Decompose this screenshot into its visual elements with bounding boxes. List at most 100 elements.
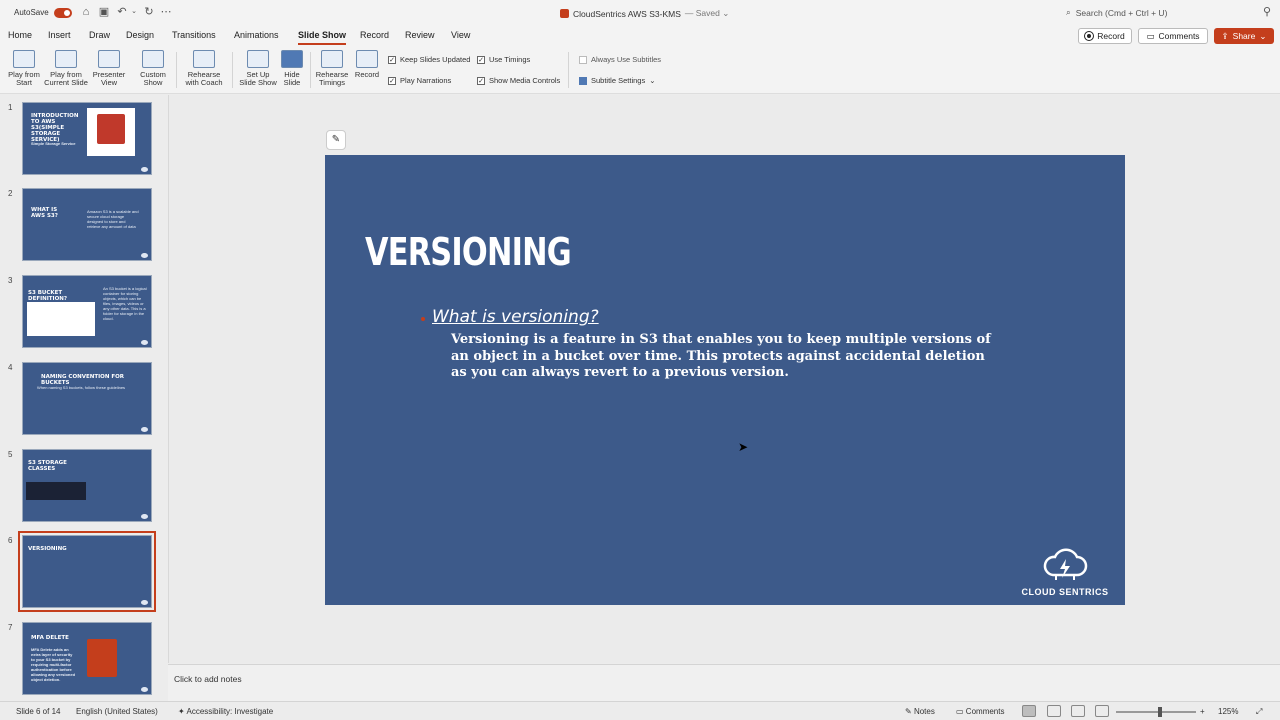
current-slide[interactable]: VERSIONING What is versioning? Versionin… [325, 155, 1125, 605]
tab-view[interactable]: View [451, 30, 470, 40]
slide-thumbnails-panel[interactable]: 1 INTRODUCTION TO AWS S3(SIMPLE STORAGE … [0, 95, 168, 701]
accessibility-label: Accessibility: Investigate [186, 707, 274, 716]
comments-button[interactable]: ▭ Comments [1138, 28, 1208, 44]
record-ribbon-button[interactable]: Record [352, 50, 382, 79]
set-up-slide-show-button[interactable]: Set Up Slide Show [238, 50, 278, 87]
presenter-icon [141, 687, 148, 692]
zoom-slider-handle[interactable] [1158, 707, 1162, 717]
notes-pane[interactable]: Click to add notes [168, 664, 1280, 701]
presenter-view-label: Presenter View [92, 70, 126, 87]
presenter-icon [98, 50, 120, 68]
reading-view-button[interactable] [1071, 705, 1085, 717]
language-status[interactable]: English (United States) [76, 707, 158, 716]
undo-icon[interactable]: ↶ [116, 6, 128, 18]
save-icon[interactable]: ▣ [98, 6, 110, 18]
search-box[interactable]: ⌕ Search (Cmd + Ctrl + U) [1066, 7, 1167, 18]
custom-show-button[interactable]: Custom Show [136, 50, 170, 87]
show-media-label: Show Media Controls [489, 76, 561, 85]
slide-thumbnail-5[interactable]: S3 STORAGE CLASSES [22, 449, 152, 522]
play-icon [13, 50, 35, 68]
play-from-current-button[interactable]: Play from Current Slide [42, 50, 90, 87]
cloud-sentrics-logo: CLOUD SENTRICS [1015, 547, 1115, 597]
show-media-controls-checkbox[interactable]: ✓ Show Media Controls [477, 76, 560, 85]
always-use-subtitles-checkbox[interactable]: Always Use Subtitles [579, 55, 661, 64]
keep-slides-updated-checkbox[interactable]: ✓ Keep Slides Updated [388, 55, 470, 64]
home-icon[interactable]: ⌂ [80, 6, 92, 18]
presenter-icon [141, 600, 148, 605]
accessibility-status[interactable]: ✦ Accessibility: Investigate [178, 707, 273, 716]
thumb-text: Amazon S3 is a scalable and secure cloud… [87, 209, 139, 229]
slide-canvas[interactable]: ✎ VERSIONING What is versioning? Version… [168, 95, 1280, 663]
rehearse-with-coach-button[interactable]: Rehearse with Coach [182, 50, 226, 87]
more-icon[interactable]: ⋯ [160, 6, 172, 18]
zoom-slider[interactable] [1116, 711, 1196, 713]
designer-icon[interactable]: ✎ [326, 130, 346, 150]
thumb-title: VERSIONING [28, 546, 67, 552]
zoom-level[interactable]: 125% [1218, 707, 1238, 716]
tab-slide-show[interactable]: Slide Show [298, 30, 347, 45]
cloud-lightning-icon [1043, 548, 1088, 580]
rehearse-timings-button[interactable]: Rehearse Timings [314, 50, 350, 87]
thumb-title: S3 STORAGE CLASSES [28, 460, 67, 472]
slide-thumbnail-6[interactable]: VERSIONING [18, 531, 156, 612]
setup-label: Set Up Slide Show [239, 70, 277, 87]
tab-review[interactable]: Review [405, 30, 435, 40]
subtitle-settings-label: Subtitle Settings [591, 76, 646, 85]
thumb-title: S3 BUCKET DEFINITION? [28, 290, 68, 302]
slide-number: 7 [8, 623, 13, 632]
use-timings-checkbox[interactable]: ✓ Use Timings [477, 55, 530, 64]
presenter-icon [141, 253, 148, 258]
subtitle-settings-dropdown[interactable]: Subtitle Settings ⌄ [579, 76, 656, 85]
setup-icon [247, 50, 269, 68]
tab-transitions[interactable]: Transitions [172, 30, 216, 40]
tab-record[interactable]: Record [360, 30, 389, 40]
slide-thumbnail-1[interactable]: INTRODUCTION TO AWS S3(SIMPLE STORAGE SE… [22, 102, 152, 175]
fit-to-window-icon[interactable]: ⤢ [1256, 707, 1262, 717]
undo-dropdown-icon[interactable]: ⌄ [128, 6, 140, 18]
slide-number: 6 [8, 536, 13, 545]
share-icon: ⇪ [1221, 30, 1229, 41]
hide-slide-button[interactable]: Hide Slide [280, 50, 304, 87]
comments-label: Comments [1158, 31, 1200, 41]
slide-thumbnail-2[interactable]: WHAT IS AWS S3? Amazon S3 is a scalable … [22, 188, 152, 261]
thumb-text: An S3 bucket is a logical container for … [103, 286, 147, 321]
document-title[interactable]: CloudSentrics AWS S3-KMS — Saved ⌄ [560, 8, 729, 19]
slide-title[interactable]: VERSIONING [365, 230, 572, 274]
tab-draw[interactable]: Draw [89, 30, 110, 40]
tab-home[interactable]: Home [8, 30, 32, 40]
slideshow-view-button[interactable] [1095, 705, 1109, 717]
hide-slide-icon [281, 50, 303, 68]
share-button[interactable]: ⇪ Share ⌄ [1214, 28, 1274, 44]
play-narrations-checkbox[interactable]: ✓ Play Narrations [388, 76, 451, 85]
zoom-in-icon[interactable]: + [1200, 707, 1205, 716]
slide-body-text[interactable]: Versioning is a feature in S3 that enabl… [451, 332, 991, 382]
notes-button[interactable]: ✎ Notes [905, 707, 935, 716]
storage-classes-image [26, 482, 86, 500]
slide-number: 5 [8, 450, 13, 459]
tab-animations[interactable]: Animations [234, 30, 279, 40]
play-from-start-button[interactable]: Play from Start [6, 50, 42, 87]
normal-view-button[interactable] [1022, 705, 1036, 717]
tab-design[interactable]: Design [126, 30, 154, 40]
account-icon[interactable]: ⚲ [1261, 6, 1273, 18]
status-bar: Slide 6 of 14 English (United States) ✦ … [0, 701, 1280, 720]
slide-sorter-button[interactable] [1047, 705, 1061, 717]
tab-insert[interactable]: Insert [48, 30, 71, 40]
slide-counter: Slide 6 of 14 [16, 707, 61, 716]
check-icon: ✓ [388, 76, 396, 85]
custom-show-icon [142, 50, 164, 68]
record-button[interactable]: Record [1078, 28, 1132, 44]
presenter-view-button[interactable]: Presenter View [90, 50, 128, 87]
rehearse-coach-label: Rehearse with Coach [185, 70, 223, 87]
slide-thumbnail-7[interactable]: MFA DELETE MFA Delete adds an extra laye… [22, 622, 152, 695]
redo-icon[interactable]: ↻ [143, 6, 155, 18]
timer-icon [321, 50, 343, 68]
saved-status: — Saved ⌄ [684, 8, 730, 18]
slide-thumbnail-4[interactable]: NAMING CONVENTION FOR BUCKETS When namin… [22, 362, 152, 435]
record-label: Record [1097, 31, 1125, 41]
slide-thumbnail-3[interactable]: S3 BUCKET DEFINITION? An S3 bucket is a … [22, 275, 152, 348]
slide-bullet-heading[interactable]: What is versioning? [432, 307, 599, 327]
comments-status-button[interactable]: ▭ Comments [956, 707, 1004, 716]
autosave-toggle[interactable] [54, 8, 72, 18]
notes-placeholder[interactable]: Click to add notes [174, 674, 242, 684]
